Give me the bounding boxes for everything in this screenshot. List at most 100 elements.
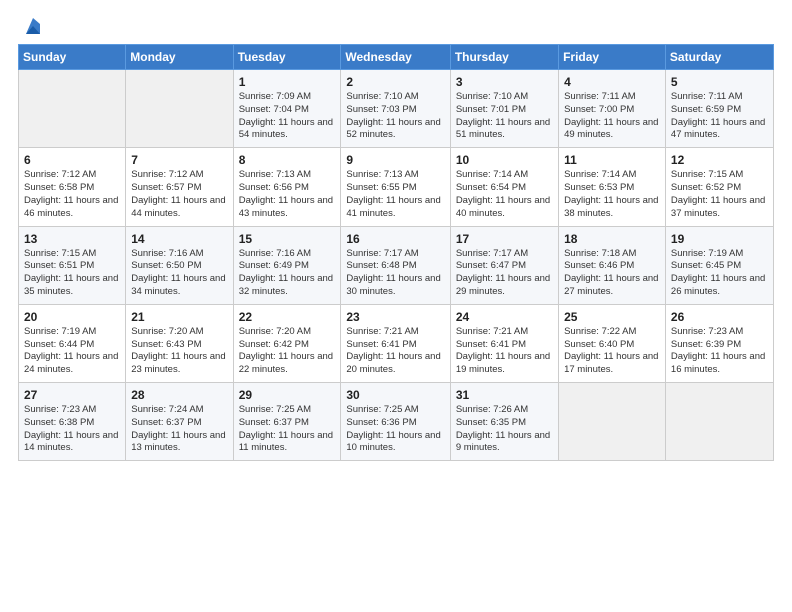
cell-day-number: 2: [346, 75, 444, 89]
cell-daylight: Daylight: 11 hours and 13 minutes.: [131, 430, 227, 456]
cell-sunset: Sunset: 6:48 PM: [346, 260, 444, 273]
cell-day-number: 21: [131, 310, 227, 324]
cell-daylight: Daylight: 11 hours and 35 minutes.: [24, 273, 120, 299]
calendar-cell: 15Sunrise: 7:16 AMSunset: 6:49 PMDayligh…: [233, 226, 341, 304]
cell-sunrise: Sunrise: 7:12 AM: [24, 169, 120, 182]
cell-sunrise: Sunrise: 7:15 AM: [671, 169, 768, 182]
cell-sun-info: Sunrise: 7:24 AMSunset: 6:37 PMDaylight:…: [131, 404, 227, 455]
cell-day-number: 9: [346, 153, 444, 167]
cell-sunset: Sunset: 6:35 PM: [456, 417, 553, 430]
cell-sun-info: Sunrise: 7:12 AMSunset: 6:58 PMDaylight:…: [24, 169, 120, 220]
cell-sun-info: Sunrise: 7:15 AMSunset: 6:51 PMDaylight:…: [24, 248, 120, 299]
cell-sun-info: Sunrise: 7:19 AMSunset: 6:45 PMDaylight:…: [671, 248, 768, 299]
cell-sunset: Sunset: 6:50 PM: [131, 260, 227, 273]
cell-daylight: Daylight: 11 hours and 38 minutes.: [564, 195, 660, 221]
cell-daylight: Daylight: 11 hours and 47 minutes.: [671, 117, 768, 143]
calendar-cell: 20Sunrise: 7:19 AMSunset: 6:44 PMDayligh…: [19, 304, 126, 382]
cell-daylight: Daylight: 11 hours and 51 minutes.: [456, 117, 553, 143]
cell-sun-info: Sunrise: 7:10 AMSunset: 7:03 PMDaylight:…: [346, 91, 444, 142]
calendar-cell: 8Sunrise: 7:13 AMSunset: 6:56 PMDaylight…: [233, 148, 341, 226]
cell-sunset: Sunset: 6:54 PM: [456, 182, 553, 195]
cell-daylight: Daylight: 11 hours and 29 minutes.: [456, 273, 553, 299]
cell-daylight: Daylight: 11 hours and 49 minutes.: [564, 117, 660, 143]
cell-day-number: 13: [24, 232, 120, 246]
cell-sunrise: Sunrise: 7:22 AM: [564, 326, 660, 339]
cell-day-number: 1: [239, 75, 336, 89]
cell-sunset: Sunset: 7:03 PM: [346, 104, 444, 117]
cell-sun-info: Sunrise: 7:25 AMSunset: 6:36 PMDaylight:…: [346, 404, 444, 455]
logo-icon: [22, 16, 44, 38]
cell-daylight: Daylight: 11 hours and 37 minutes.: [671, 195, 768, 221]
cell-sunrise: Sunrise: 7:19 AM: [24, 326, 120, 339]
calendar-week-row: 13 Sunrise: 7:15 AMSunset: 6:51 PMDayligh…: [19, 226, 774, 304]
cell-sun-info: Sunrise: 7:25 AMSunset: 6:37 PMDaylight:…: [239, 404, 336, 455]
calendar-cell: 3Sunrise: 7:10 AMSunset: 7:01 PMDaylight…: [450, 70, 558, 148]
cell-day-number: 6: [24, 153, 120, 167]
calendar-cell: 10Sunrise: 7:14 AMSunset: 6:54 PMDayligh…: [450, 148, 558, 226]
cell-sunset: Sunset: 6:59 PM: [671, 104, 768, 117]
cell-sunrise: Sunrise: 7:18 AM: [564, 248, 660, 261]
cell-sun-info: Sunrise: 7:20 AMSunset: 6:43 PMDaylight:…: [131, 326, 227, 377]
cell-sunrise: Sunrise: 7:10 AM: [456, 91, 553, 104]
cell-sunset: Sunset: 6:39 PM: [671, 339, 768, 352]
cell-sun-info: Sunrise: 7:11 AMSunset: 6:59 PMDaylight:…: [671, 91, 768, 142]
cell-sunset: Sunset: 6:56 PM: [239, 182, 336, 195]
cell-sunrise: Sunrise: 7:14 AM: [456, 169, 553, 182]
cell-sun-info: Sunrise: 7:16 AMSunset: 6:49 PMDaylight:…: [239, 248, 336, 299]
cell-sunrise: Sunrise: 7:16 AM: [239, 248, 336, 261]
cell-day-number: 5: [671, 75, 768, 89]
cell-daylight: Daylight: 11 hours and 10 minutes.: [346, 430, 444, 456]
calendar-cell: 11Sunrise: 7:14 AMSunset: 6:53 PMDayligh…: [559, 148, 666, 226]
cell-sunrise: Sunrise: 7:10 AM: [346, 91, 444, 104]
cell-sunrise: Sunrise: 7:25 AM: [239, 404, 336, 417]
cell-sun-info: Sunrise: 7:22 AMSunset: 6:40 PMDaylight:…: [564, 326, 660, 377]
cell-sunrise: Sunrise: 7:12 AM: [131, 169, 227, 182]
cell-daylight: Daylight: 11 hours and 40 minutes.: [456, 195, 553, 221]
cell-sun-info: Sunrise: 7:23 AMSunset: 6:39 PMDaylight:…: [671, 326, 768, 377]
calendar-cell: 4Sunrise: 7:11 AMSunset: 7:00 PMDaylight…: [559, 70, 666, 148]
cell-sun-info: Sunrise: 7:17 AMSunset: 6:48 PMDaylight:…: [346, 248, 444, 299]
cell-sun-info: Sunrise: 7:19 AMSunset: 6:44 PMDaylight:…: [24, 326, 120, 377]
calendar-cell: 18Sunrise: 7:18 AMSunset: 6:46 PMDayligh…: [559, 226, 666, 304]
cell-daylight: Daylight: 11 hours and 30 minutes.: [346, 273, 444, 299]
cell-sun-info: Sunrise: 7:17 AMSunset: 6:47 PMDaylight:…: [456, 248, 553, 299]
cell-sunset: Sunset: 6:42 PM: [239, 339, 336, 352]
calendar-cell: 22Sunrise: 7:20 AMSunset: 6:42 PMDayligh…: [233, 304, 341, 382]
cell-day-number: 26: [671, 310, 768, 324]
cell-daylight: Daylight: 11 hours and 44 minutes.: [131, 195, 227, 221]
cell-sunset: Sunset: 6:37 PM: [239, 417, 336, 430]
cell-sunset: Sunset: 6:44 PM: [24, 339, 120, 352]
logo: [18, 16, 44, 38]
cell-sunrise: Sunrise: 7:17 AM: [456, 248, 553, 261]
cell-daylight: Daylight: 11 hours and 52 minutes.: [346, 117, 444, 143]
cell-day-number: 31: [456, 388, 553, 402]
cell-sunrise: Sunrise: 7:15 AM: [24, 248, 120, 261]
calendar-cell: 13 Sunrise: 7:15 AMSunset: 6:51 PMDayligh…: [19, 226, 126, 304]
cell-daylight: Daylight: 11 hours and 26 minutes.: [671, 273, 768, 299]
cell-day-number: 28: [131, 388, 227, 402]
cell-daylight: Daylight: 11 hours and 46 minutes.: [24, 195, 120, 221]
calendar-cell: 29Sunrise: 7:25 AMSunset: 6:37 PMDayligh…: [233, 383, 341, 461]
cell-daylight: Daylight: 11 hours and 43 minutes.: [239, 195, 336, 221]
cell-sun-info: Sunrise: 7:26 AMSunset: 6:35 PMDaylight:…: [456, 404, 553, 455]
cell-sunrise: Sunrise: 7:16 AM: [131, 248, 227, 261]
cell-sunset: Sunset: 6:40 PM: [564, 339, 660, 352]
cell-sun-info: Sunrise: 7:14 AMSunset: 6:54 PMDaylight:…: [456, 169, 553, 220]
cell-sunset: Sunset: 6:37 PM: [131, 417, 227, 430]
cell-sunrise: Sunrise: 7:17 AM: [346, 248, 444, 261]
cell-daylight: Daylight: 11 hours and 14 minutes.: [24, 430, 120, 456]
weekday-header-thursday: Thursday: [450, 45, 558, 70]
cell-sunrise: Sunrise: 7:13 AM: [346, 169, 444, 182]
calendar-cell: 2 Sunrise: 7:10 AMSunset: 7:03 PMDaylight…: [341, 70, 450, 148]
calendar-cell: 19Sunrise: 7:19 AMSunset: 6:45 PMDayligh…: [665, 226, 773, 304]
cell-sunrise: Sunrise: 7:20 AM: [131, 326, 227, 339]
calendar-cell: [665, 383, 773, 461]
cell-daylight: Daylight: 11 hours and 9 minutes.: [456, 430, 553, 456]
calendar-cell: 1Sunrise: 7:09 AMSunset: 7:04 PMDaylight…: [233, 70, 341, 148]
cell-sunrise: Sunrise: 7:21 AM: [456, 326, 553, 339]
calendar-cell: 24Sunrise: 7:21 AMSunset: 6:41 PMDayligh…: [450, 304, 558, 382]
cell-sun-info: Sunrise: 7:15 AMSunset: 6:52 PMDaylight:…: [671, 169, 768, 220]
weekday-header-tuesday: Tuesday: [233, 45, 341, 70]
cell-sunset: Sunset: 6:53 PM: [564, 182, 660, 195]
cell-day-number: 12: [671, 153, 768, 167]
